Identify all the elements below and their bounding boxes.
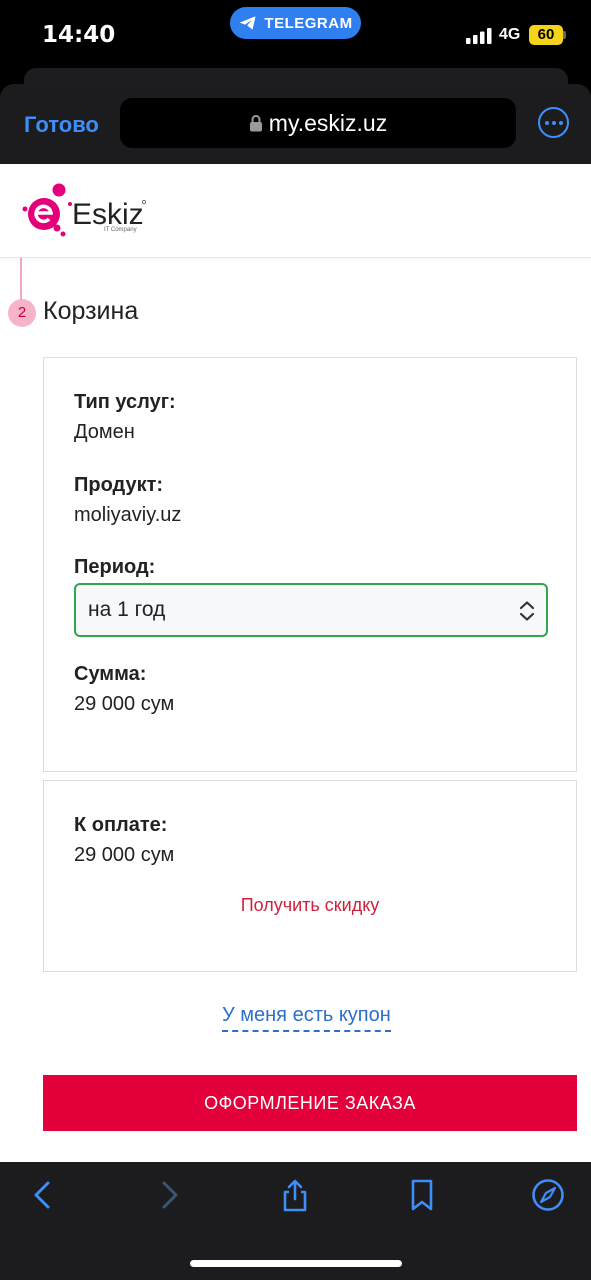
coupon-link[interactable]: У меня есть купон	[222, 1004, 391, 1032]
product-label: Продукт:	[74, 474, 164, 496]
url-field[interactable]: my.eskiz.uz	[120, 98, 516, 148]
service-type-value: Домен	[74, 421, 135, 443]
battery-indicator: 60	[529, 25, 563, 45]
page-title: Корзина	[43, 297, 139, 325]
web-page: Eskiz IT Company 2 Корзина Тип услуг: До…	[0, 164, 591, 1162]
service-type-label: Тип услуг:	[74, 391, 176, 413]
network-type: 4G	[499, 26, 521, 43]
more-icon	[544, 120, 549, 125]
status-bar: 14:40 TELEGRAM 4G 60	[0, 0, 591, 68]
payment-card: К оплате: 29 000 сум Получить скидку	[43, 780, 577, 972]
order-details-card: Тип услуг: Домен Продукт: moliyaviy.uz П…	[43, 357, 577, 772]
compass-icon[interactable]	[531, 1178, 565, 1212]
done-button[interactable]: Готово	[24, 112, 99, 138]
sum-value: 29 000 сум	[74, 693, 175, 715]
step-badge: 2	[8, 299, 36, 327]
step-line	[20, 258, 22, 300]
more-button[interactable]	[538, 107, 569, 138]
product-value: moliyaviy.uz	[74, 504, 182, 526]
telegram-return-pill[interactable]: TELEGRAM	[230, 7, 361, 39]
battery-tip	[563, 31, 566, 39]
telegram-icon	[240, 16, 256, 30]
url-text: my.eskiz.uz	[268, 109, 388, 136]
site-header: Eskiz IT Company	[0, 164, 591, 258]
back-icon[interactable]	[26, 1178, 60, 1212]
period-selected-value: на 1 год	[88, 598, 166, 621]
bookmarks-icon[interactable]	[405, 1178, 439, 1212]
period-label: Период:	[74, 556, 156, 578]
telegram-pill-label: TELEGRAM	[264, 14, 353, 32]
signal-icon	[466, 28, 492, 44]
lock-icon	[249, 115, 262, 132]
checkout-button[interactable]: ОФОРМЛЕНИЕ ЗАКАЗА	[43, 1075, 577, 1131]
get-discount-link[interactable]: Получить скидку	[44, 895, 576, 916]
chevron-updown-icon	[519, 601, 535, 621]
forward-icon[interactable]	[152, 1178, 186, 1212]
sum-label: Сумма:	[74, 663, 147, 685]
home-indicator	[190, 1260, 402, 1267]
clock: 14:40	[42, 22, 116, 48]
to-pay-label: К оплате:	[74, 814, 168, 836]
period-select[interactable]: на 1 год	[74, 583, 548, 637]
logo-subtitle: IT Company	[104, 227, 137, 233]
share-icon[interactable]	[278, 1178, 312, 1212]
to-pay-value: 29 000 сум	[74, 844, 175, 866]
